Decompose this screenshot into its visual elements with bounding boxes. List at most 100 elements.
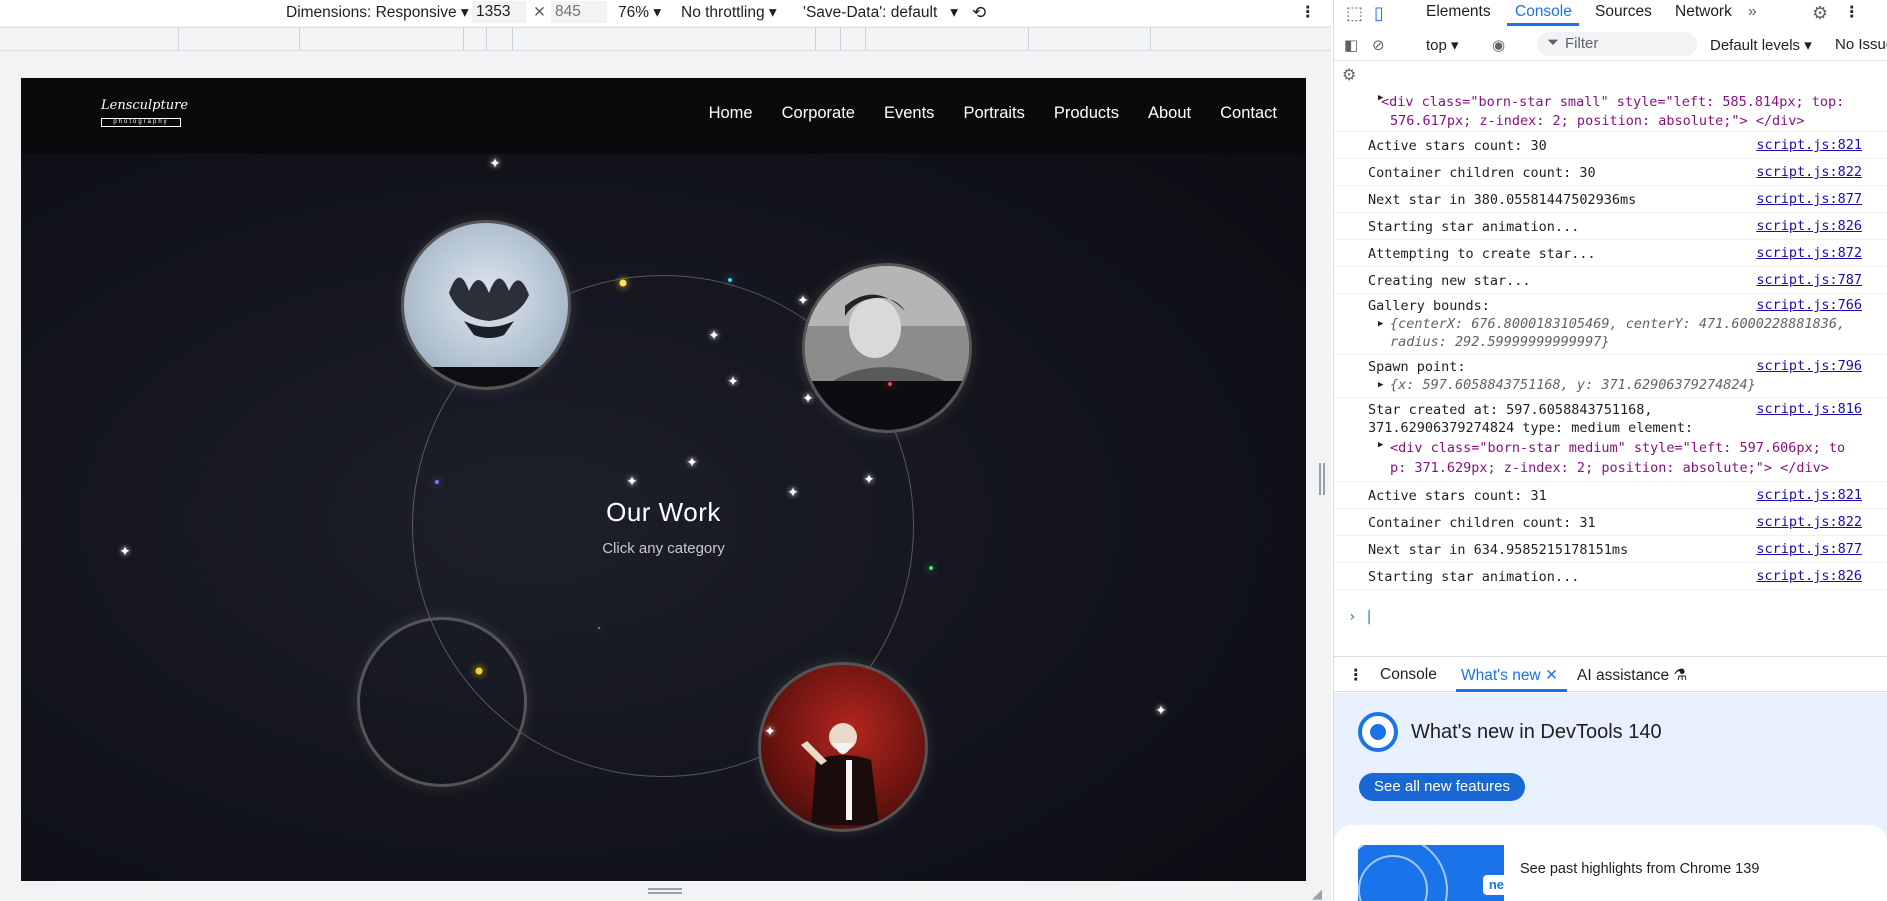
log-text: Container children count: 30 bbox=[1368, 165, 1596, 181]
sculpture-image bbox=[404, 277, 568, 387]
category-circle-products[interactable] bbox=[401, 220, 571, 390]
context-selector[interactable]: top ▾ bbox=[1426, 36, 1459, 54]
live-expression-eye-icon[interactable]: ◉ bbox=[1492, 36, 1505, 54]
drawer-tab-console[interactable]: Console bbox=[1380, 666, 1437, 684]
clear-console-icon[interactable]: ⊘ bbox=[1372, 36, 1385, 54]
devtools-tabs: ⬚ ▯ Elements Console Sources Network » ⚙… bbox=[1334, 0, 1887, 26]
more-tabs-icon[interactable]: » bbox=[1748, 3, 1757, 21]
height-input[interactable] bbox=[551, 1, 607, 23]
log-source-link[interactable]: script.js:821 bbox=[1756, 487, 1862, 503]
log-source-link[interactable]: script.js:821 bbox=[1756, 137, 1862, 153]
log-entry: Creating new star... script.js:787 bbox=[1334, 268, 1887, 294]
log-entry: <div class="born-star small" style="left… bbox=[1334, 92, 1887, 132]
nav-contact[interactable]: Contact bbox=[1220, 104, 1277, 123]
category-circle-empty[interactable] bbox=[357, 617, 527, 787]
zoom-dropdown[interactable]: 76% ▾ bbox=[618, 3, 661, 22]
drawer-tab-label: AI assistance bbox=[1577, 667, 1670, 684]
star-icon: ✦ bbox=[1155, 702, 1167, 718]
bottom-resize-handle[interactable] bbox=[648, 888, 682, 894]
nav-corporate[interactable]: Corporate bbox=[782, 104, 855, 123]
expand-icon[interactable]: ▶ bbox=[1378, 319, 1383, 329]
expand-icon[interactable]: ▶ bbox=[1378, 380, 1383, 390]
corner-resize-icon[interactable]: ◢ bbox=[1312, 886, 1322, 901]
flask-icon: ⚗ bbox=[1673, 667, 1688, 684]
sidebar-toggle-icon[interactable]: ◧ bbox=[1344, 36, 1358, 54]
log-source-link[interactable]: script.js:787 bbox=[1756, 272, 1862, 288]
glow-dot bbox=[435, 480, 439, 484]
tab-network[interactable]: Network bbox=[1675, 3, 1732, 21]
log-source-link[interactable]: script.js:822 bbox=[1756, 514, 1862, 530]
log-source-link[interactable]: script.js:766 bbox=[1756, 297, 1862, 313]
tab-sources[interactable]: Sources bbox=[1595, 3, 1652, 21]
log-levels-dropdown[interactable]: Default levels ▾ bbox=[1710, 36, 1812, 54]
settings-gear-icon[interactable]: ⚙ bbox=[1812, 3, 1828, 24]
expand-icon[interactable]: ▶ bbox=[1378, 440, 1383, 450]
log-source-link[interactable]: script.js:872 bbox=[1756, 245, 1862, 261]
console-toolbar: ◧ ⊘ top ▾ ◉ Filter ⏷ Default levels ▾ No… bbox=[1334, 27, 1887, 84]
nav-products[interactable]: Products bbox=[1054, 104, 1119, 123]
throttling-dropdown[interactable]: No throttling ▾ bbox=[681, 3, 777, 22]
console-prompt[interactable]: › | bbox=[1348, 609, 1373, 625]
log-text: <div class="born-star small" style="left… bbox=[1381, 94, 1845, 110]
close-icon[interactable]: ✕ bbox=[1545, 667, 1558, 684]
nav-events[interactable]: Events bbox=[884, 104, 934, 123]
filter-icon: ⏷ bbox=[1547, 34, 1560, 51]
drawer-tab-ai-assistance[interactable]: AI assistance ⚗ bbox=[1577, 666, 1687, 685]
tab-console[interactable]: Console bbox=[1515, 3, 1572, 21]
dimensions-label: Dimensions: Responsive bbox=[286, 4, 457, 21]
device-preview-pane: Dimensions: Responsive ▾ ✕ 76% ▾ No thro… bbox=[0, 0, 1331, 901]
main-nav: Home Corporate Events Portraits Products… bbox=[680, 104, 1277, 123]
site-logo[interactable]: Lensculpture photography bbox=[101, 96, 188, 136]
log-text: Attempting to create star... bbox=[1368, 246, 1596, 262]
zoom-label: 76% bbox=[618, 4, 650, 21]
star-icon: ✦ bbox=[626, 473, 638, 489]
glow-dot bbox=[728, 278, 732, 282]
vertical-resize-handle[interactable] bbox=[1319, 463, 1325, 495]
dimensions-dropdown[interactable]: Dimensions: Responsive ▾ bbox=[286, 3, 469, 22]
highlights-thumbnail: new bbox=[1358, 845, 1504, 901]
more-options-icon[interactable]: ⋮ bbox=[1300, 3, 1316, 22]
log-source-link[interactable]: script.js:822 bbox=[1756, 164, 1862, 180]
page-subtitle: Click any category bbox=[602, 540, 725, 557]
log-source-link[interactable]: script.js:826 bbox=[1756, 568, 1862, 584]
drawer-menu-icon[interactable]: ⋮ bbox=[1348, 666, 1364, 685]
page-title: Our Work bbox=[606, 497, 721, 527]
tab-elements[interactable]: Elements bbox=[1426, 3, 1491, 21]
devtools-menu-icon[interactable]: ⋮ bbox=[1844, 3, 1860, 22]
see-all-features-button[interactable]: See all new features bbox=[1359, 773, 1525, 801]
star-icon: ✦ bbox=[727, 373, 739, 389]
drawer-tab-whats-new[interactable]: What's new ✕ bbox=[1461, 666, 1558, 685]
nav-about[interactable]: About bbox=[1148, 104, 1191, 123]
log-source-link[interactable]: script.js:796 bbox=[1756, 358, 1862, 374]
nav-portraits[interactable]: Portraits bbox=[963, 104, 1024, 123]
log-entry: Next star in 634.9585215178151ms script.j… bbox=[1334, 537, 1887, 563]
log-entry: Starting star animation... script.js:826 bbox=[1334, 564, 1887, 590]
console-filter-input[interactable]: Filter bbox=[1537, 32, 1697, 56]
issues-button[interactable]: No Issue bbox=[1835, 36, 1887, 53]
log-source-link[interactable]: script.js:826 bbox=[1756, 218, 1862, 234]
log-source-link[interactable]: script.js:877 bbox=[1756, 541, 1862, 557]
filter-placeholder: Filter bbox=[1565, 35, 1599, 52]
category-circle-events[interactable] bbox=[758, 662, 928, 832]
log-entry: Active stars count: 31 script.js:821 bbox=[1334, 483, 1887, 509]
log-source-link[interactable]: script.js:877 bbox=[1756, 191, 1862, 207]
log-text: Starting star animation... bbox=[1368, 219, 1580, 235]
context-label: top bbox=[1426, 37, 1447, 54]
device-toggle-icon[interactable]: ▯ bbox=[1374, 3, 1384, 24]
category-circle-portraits[interactable] bbox=[802, 263, 972, 433]
performer-image bbox=[801, 723, 879, 825]
width-input[interactable] bbox=[472, 1, 526, 23]
expand-icon[interactable]: ▶ bbox=[1378, 93, 1383, 103]
active-tab-indicator bbox=[1456, 689, 1567, 692]
chrome-devtools-logo-icon bbox=[1358, 712, 1398, 752]
nav-home[interactable]: Home bbox=[709, 104, 753, 123]
new-badge: new bbox=[1483, 875, 1504, 895]
media-query-ruler bbox=[0, 27, 1331, 51]
highlights-card[interactable]: new See past highlights from Chrome 139 bbox=[1334, 825, 1887, 901]
console-settings-icon[interactable]: ⚙ bbox=[1342, 65, 1356, 85]
save-data-dropdown[interactable]: 'Save-Data': default ▾ bbox=[803, 3, 958, 22]
inspect-icon[interactable]: ⬚ bbox=[1346, 3, 1363, 24]
log-text: Creating new star... bbox=[1368, 273, 1531, 289]
rotate-icon[interactable]: ⟲ bbox=[972, 3, 986, 23]
log-source-link[interactable]: script.js:816 bbox=[1756, 401, 1862, 417]
